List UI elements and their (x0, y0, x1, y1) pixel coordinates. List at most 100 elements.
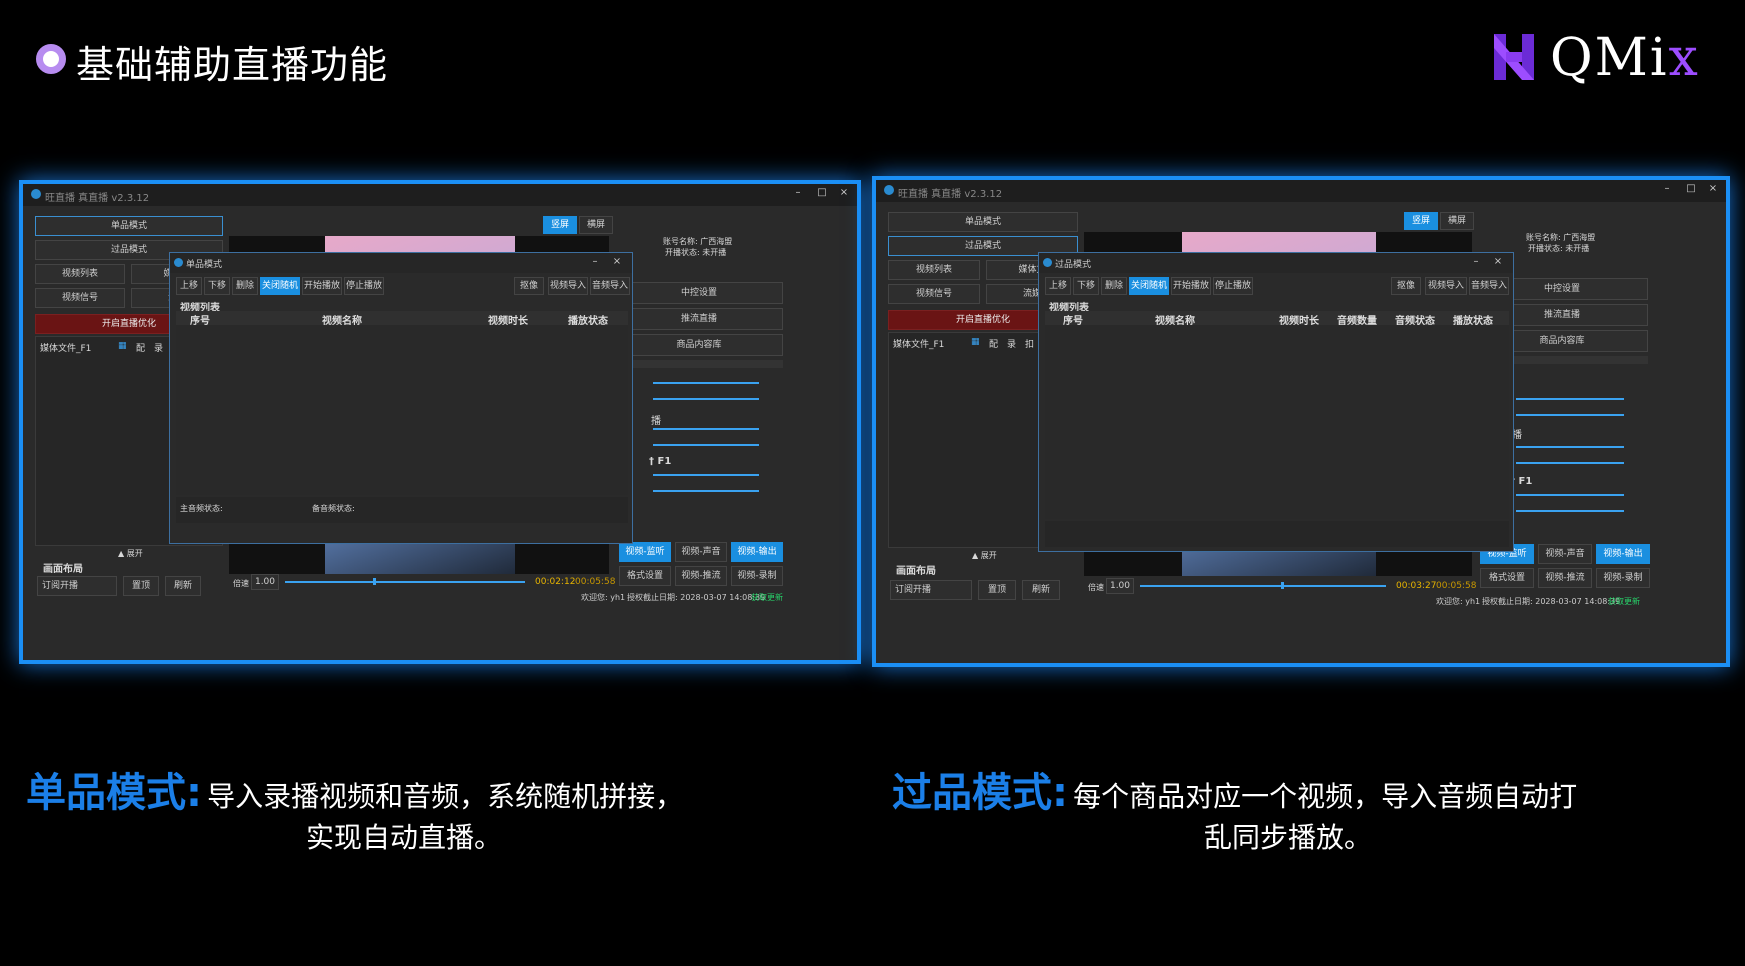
slider-5[interactable] (653, 474, 759, 476)
speed-input[interactable]: 1.00 (251, 574, 279, 590)
video-record-button[interactable]: 视频-录制 (1596, 568, 1650, 588)
right-caption-body2: 乱同步播放。 (1204, 821, 1373, 854)
video-signal-button[interactable]: 视频信号 (35, 288, 125, 308)
grid-icon[interactable]: ▦ (971, 337, 980, 347)
central-settings-button[interactable]: 中控设置 (615, 282, 783, 304)
video-monitor-button[interactable]: 视频-监听 (619, 542, 671, 562)
right-caption-head: 过品模式: (892, 770, 1068, 816)
move-down-button[interactable]: 下移 (1073, 277, 1099, 295)
progress-slider[interactable] (285, 581, 525, 583)
close-icon[interactable]: × (835, 187, 853, 198)
slider-2[interactable] (653, 398, 759, 400)
minimize-icon[interactable]: – (1658, 183, 1676, 194)
close-random-button[interactable]: 关闭随机 (260, 277, 300, 295)
slider-3[interactable] (1516, 446, 1624, 448)
slider-5[interactable] (1516, 494, 1624, 496)
progress-knob[interactable] (373, 578, 376, 585)
dialog-minimize-icon[interactable]: – (1467, 256, 1485, 267)
expand-toggle[interactable]: ▲ 展开 (118, 548, 143, 559)
audio-import-button[interactable]: 音频导入 (590, 277, 630, 295)
maximize-icon[interactable]: □ (813, 187, 831, 198)
delete-button[interactable]: 删除 (232, 277, 258, 295)
video-audio-button[interactable]: 视频-声音 (675, 542, 727, 562)
keying-button[interactable]: 抠像 (1391, 277, 1421, 295)
refresh-button[interactable]: 刷新 (165, 576, 201, 596)
video-record-button[interactable]: 视频-录制 (731, 566, 783, 586)
app-icon (31, 189, 41, 199)
total-time: 00:05:58 (575, 577, 616, 587)
mode-single-button[interactable]: 单品模式 (888, 212, 1078, 232)
format-settings-button[interactable]: 格式设置 (619, 566, 671, 586)
video-import-button[interactable]: 视频导入 (548, 277, 588, 295)
get-update-link[interactable]: 获取更新 (751, 592, 783, 603)
subscribe-select[interactable]: 订阅开播 (37, 576, 117, 596)
slider-1[interactable] (653, 382, 759, 384)
progress-slider[interactable] (1140, 585, 1386, 587)
slider-2[interactable] (1516, 414, 1624, 416)
tab-landscape[interactable]: 横屏 (579, 216, 613, 234)
close-random-button[interactable]: 关闭随机 (1129, 277, 1169, 295)
slide-title: 基础辅助直播功能 (76, 43, 389, 87)
right-caption-line1: 过品模式: 每个商品对应一个视频，导入音频自动打 (892, 760, 1577, 818)
push-live-button[interactable]: 推流直播 (615, 308, 783, 330)
move-up-button[interactable]: 上移 (176, 277, 202, 295)
maximize-icon[interactable]: □ (1682, 183, 1700, 194)
tab-portrait[interactable]: 竖屏 (1404, 212, 1438, 230)
keying-button[interactable]: 抠像 (514, 277, 544, 295)
minimize-icon[interactable]: – (789, 187, 807, 198)
video-list-button[interactable]: 视频列表 (35, 264, 125, 284)
close-icon[interactable]: × (1704, 183, 1722, 194)
tab-portrait[interactable]: 竖屏 (543, 216, 577, 234)
goods-library-button[interactable]: 商品内容库 (615, 334, 783, 356)
license-expire: 授权截止日期: 2028-03-07 14:08:39 (1482, 597, 1621, 606)
stop-play-button[interactable]: 停止播放 (344, 277, 384, 295)
pin-button[interactable]: 置顶 (123, 576, 159, 596)
delete-button[interactable]: 删除 (1101, 277, 1127, 295)
progress-knob[interactable] (1281, 582, 1284, 589)
dialog-minimize-icon[interactable]: – (586, 256, 604, 267)
account-name: 账号名称: 广西海盟 (1526, 233, 1596, 242)
move-down-button[interactable]: 下移 (204, 277, 230, 295)
grid-icon[interactable]: ▦ (118, 341, 127, 351)
pin-button[interactable]: 置顶 (978, 580, 1016, 600)
move-up-button[interactable]: 上移 (1045, 277, 1071, 295)
video-list-button[interactable]: 视频列表 (888, 260, 980, 280)
video-push-button[interactable]: 视频-推流 (675, 566, 727, 586)
current-time: 00:02:12 (535, 577, 576, 587)
lu-button[interactable]: 录 (154, 341, 163, 354)
mode-single-button[interactable]: 单品模式 (35, 216, 223, 236)
app-window: 旺直播 真直播 v2.3.12 – □ × 单品模式 过品模式 视频列表 媒体文… (876, 180, 1726, 663)
slider-3[interactable] (653, 428, 759, 430)
slider-6[interactable] (1516, 510, 1624, 512)
dialog-close-icon[interactable]: × (1489, 256, 1507, 267)
video-output-button[interactable]: 视频-输出 (1596, 544, 1650, 564)
speed-input[interactable]: 1.00 (1106, 578, 1134, 594)
format-settings-button[interactable]: 格式设置 (1480, 568, 1534, 588)
slider-1[interactable] (1516, 398, 1624, 400)
video-output-button[interactable]: 视频-输出 (731, 542, 783, 562)
video-push-button[interactable]: 视频-推流 (1538, 568, 1592, 588)
logo-mark-icon (1494, 34, 1534, 80)
lu-button[interactable]: 录 (1007, 337, 1016, 350)
video-import-button[interactable]: 视频导入 (1425, 277, 1467, 295)
divider (615, 360, 783, 368)
slider-4[interactable] (1516, 462, 1624, 464)
pei-button[interactable]: 配 (136, 341, 145, 354)
slider-4[interactable] (653, 444, 759, 446)
refresh-button[interactable]: 刷新 (1022, 580, 1060, 600)
audio-import-button[interactable]: 音频导入 (1469, 277, 1509, 295)
video-signal-button[interactable]: 视频信号 (888, 284, 980, 304)
tab-landscape[interactable]: 横屏 (1440, 212, 1474, 230)
expand-toggle[interactable]: ▲ 展开 (972, 550, 997, 561)
pei-button[interactable]: 配 (989, 337, 998, 350)
slider-6[interactable] (653, 490, 759, 492)
dialog-close-icon[interactable]: × (608, 256, 626, 267)
stop-play-button[interactable]: 停止播放 (1213, 277, 1253, 295)
start-play-button[interactable]: 开始播放 (1171, 277, 1211, 295)
table-header: 序号 视频名称 视频时长 音频数量 音频状态 播放状态 (1045, 311, 1509, 327)
kou-button[interactable]: 扣 (1025, 337, 1034, 350)
start-play-button[interactable]: 开始播放 (302, 277, 342, 295)
subscribe-select[interactable]: 订阅开播 (890, 580, 972, 600)
get-update-link[interactable]: 获取更新 (1608, 596, 1640, 607)
video-audio-button[interactable]: 视频-声音 (1538, 544, 1592, 564)
